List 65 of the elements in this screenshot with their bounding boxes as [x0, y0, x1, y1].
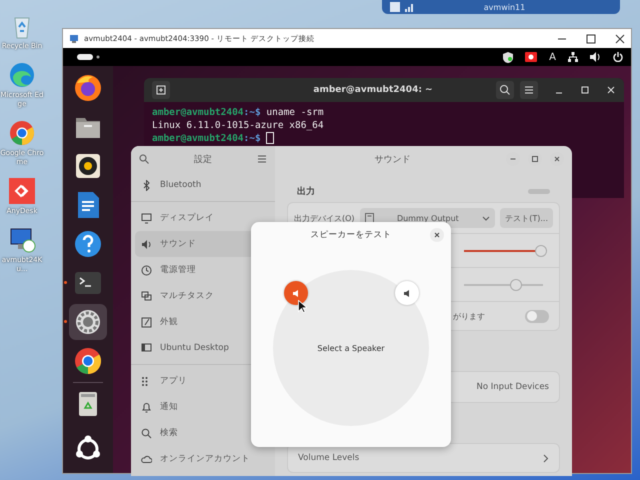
window-title: amber@avmubt2404: ~ — [312, 85, 434, 95]
chevron-right-icon — [543, 454, 549, 462]
terminal-line: amber@avmubt2404:~$ uname -srm — [152, 106, 325, 119]
test-button[interactable]: テスト(T)... — [500, 208, 553, 228]
sidebar-item[interactable]: Bluetooth — [135, 172, 271, 198]
network-icon[interactable] — [568, 52, 578, 62]
search-icon[interactable] — [139, 154, 149, 164]
page-title: サウンド — [374, 154, 412, 166]
sidebar-item[interactable]: オンラインアカウント — [135, 446, 271, 472]
terminal-line: Linux 6.11.0-1015-azure x86_64 — [152, 119, 325, 132]
search-icon — [141, 428, 152, 438]
windows-icon — [141, 290, 152, 302]
signal-icon — [405, 2, 414, 12]
sidebar-title: 設定 — [193, 154, 213, 166]
sidebar-item[interactable]: マルチタスク — [135, 283, 271, 309]
slider-thumb[interactable] — [535, 244, 548, 256]
workspace-indicator-icon[interactable] — [77, 54, 101, 60]
sidebar-item[interactable]: 電源管理 — [135, 257, 271, 283]
output-device-label: 出力デバイス(O) — [294, 212, 355, 224]
sidebar-item[interactable]: 通知 — [135, 394, 271, 420]
desktop-icon — [141, 342, 152, 354]
record-icon[interactable] — [525, 52, 538, 62]
close-icon[interactable] — [615, 34, 625, 44]
slider-thumb[interactable] — [510, 278, 522, 290]
sidebar-item[interactable]: 外観 — [135, 309, 271, 335]
cloud-icon — [141, 454, 152, 464]
input-device-value: No Input Devices — [476, 382, 549, 392]
setting-description: がります — [452, 310, 485, 322]
level-meter — [528, 188, 550, 194]
shield-icon[interactable] — [503, 52, 514, 62]
maximize-icon[interactable] — [586, 34, 596, 44]
bluetooth-icon — [141, 180, 152, 190]
connection-title: avmwin11 — [482, 2, 526, 12]
mouse-cursor-icon — [298, 300, 307, 313]
power-icon[interactable] — [613, 52, 623, 62]
toggle-switch[interactable] — [525, 310, 549, 322]
computer-icon — [69, 34, 79, 44]
speaker-icon — [141, 238, 152, 250]
diamond-app-icon[interactable] — [8, 177, 36, 205]
center-label: Select a Speaker — [317, 344, 385, 352]
sidebar-item[interactable]: Ubuntu Desktop — [135, 335, 271, 361]
new-tab-icon[interactable] — [152, 81, 170, 99]
speaker-button[interactable] — [395, 281, 419, 305]
input-method-indicator[interactable]: A — [549, 52, 556, 62]
sidebar-item[interactable]: アプリ — [135, 368, 271, 394]
search-icon[interactable] — [496, 81, 514, 99]
dialog-title: スピーカーをテスト — [310, 229, 392, 241]
monitor-icon — [141, 212, 152, 224]
power-icon — [141, 264, 152, 276]
terminal-line: amber@avmubt2404:~$ — [152, 132, 616, 145]
menu-icon[interactable] — [520, 81, 538, 99]
chevron-down-icon — [482, 216, 490, 220]
computer-icon[interactable] — [8, 226, 36, 254]
section-heading: 出力 — [297, 185, 315, 198]
close-icon[interactable] — [430, 228, 444, 242]
sidebar-item[interactable]: 検索 — [135, 420, 271, 446]
speaker-icon — [402, 288, 412, 298]
gear-icon[interactable] — [69, 304, 107, 340]
speaker-icon — [292, 288, 300, 298]
bell-icon — [141, 402, 152, 412]
sidebar-item[interactable]: ディスプレイ — [135, 205, 271, 231]
volume-levels-row[interactable]: Volume Levels — [287, 443, 560, 473]
volume-icon[interactable] — [590, 52, 601, 62]
palette-icon — [141, 316, 152, 328]
menu-icon[interactable] — [257, 154, 267, 164]
